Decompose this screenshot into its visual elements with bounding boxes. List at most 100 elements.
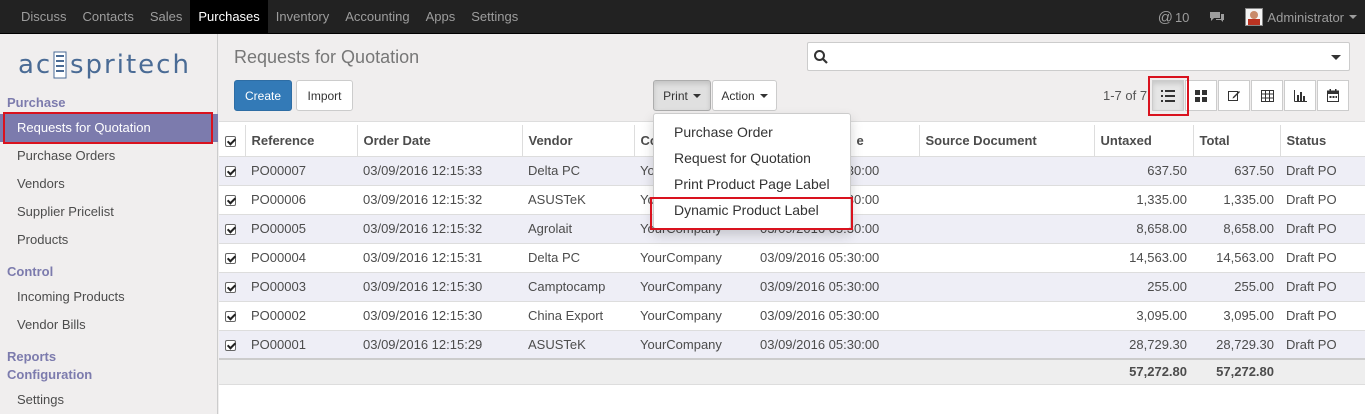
table-cell-total: 255.00 <box>1193 272 1280 302</box>
notifications-count: 10 <box>1174 9 1190 25</box>
column-header-status[interactable]: Status <box>1280 125 1365 157</box>
table-cell-order-date: 03/09/2016 12:15:30 <box>357 272 522 302</box>
chat-button[interactable] <box>1199 0 1235 34</box>
sidebar-item-incoming-products[interactable]: Incoming Products <box>0 283 218 311</box>
sidebar-item-products[interactable]: Products <box>0 226 218 254</box>
table-cell-scheduled-date: 03/09/2016 05:30:00 <box>754 272 919 302</box>
table-row[interactable]: PO00004 03/09/2016 12:15:31 Delta PC YourCo… <box>219 243 1365 273</box>
sidebar-item-purchase-orders[interactable]: Purchase Orders <box>0 142 218 170</box>
kanban-grid-icon <box>1195 89 1207 102</box>
table-cell-vendor: Delta PC <box>522 156 634 186</box>
table-cell-reference: PO00007 <box>245 156 357 186</box>
chevron-down-icon <box>1349 15 1357 19</box>
table-cell-status: Draft PO <box>1280 272 1365 302</box>
section-reports[interactable]: Reports <box>7 349 56 364</box>
sidebar-item-settings[interactable]: Settings <box>0 386 218 414</box>
table-cell-untaxed: 28,729.30 <box>1094 330 1193 360</box>
menu-apps[interactable]: Apps <box>418 0 464 33</box>
table-cell-order-date: 03/09/2016 12:15:30 <box>357 301 522 331</box>
graph-view-button[interactable] <box>1284 80 1316 111</box>
table-cell-company: YourCompany <box>634 272 754 302</box>
search-icon <box>814 50 828 64</box>
search-input[interactable] <box>807 42 1350 71</box>
row-checkbox[interactable] <box>219 272 245 302</box>
table-cell-company: YourCompany <box>634 243 754 273</box>
table-cell-company: YourCompany <box>634 330 754 360</box>
column-header-source-document[interactable]: Source Document <box>919 125 1095 157</box>
column-header-order-date[interactable]: Order Date <box>357 125 523 157</box>
kanban-view-button[interactable] <box>1185 80 1217 111</box>
menu-purchases[interactable]: Purchases <box>190 0 268 33</box>
create-button[interactable]: Create <box>234 80 292 111</box>
pager-value[interactable]: 1-7 of 7 <box>1103 88 1147 103</box>
top-navbar: Discuss Contacts Sales Purchases Invento… <box>0 0 1365 34</box>
menu-sales[interactable]: Sales <box>142 0 191 33</box>
notifications-button[interactable]: @ 10 <box>1148 0 1200 34</box>
menu-discuss[interactable]: Discuss <box>13 0 75 33</box>
select-all-checkbox[interactable] <box>219 125 246 157</box>
list-view-button[interactable] <box>1152 80 1184 111</box>
systray: @ 10 Administrator <box>1148 0 1365 34</box>
row-checkbox[interactable] <box>219 214 245 244</box>
table-cell-total: 3,095.00 <box>1193 301 1280 331</box>
sidebar-item-vendor-bills[interactable]: Vendor Bills <box>0 311 218 339</box>
table-cell-status: Draft PO <box>1280 214 1365 244</box>
table-cell-order-date: 03/09/2016 12:15:33 <box>357 156 522 186</box>
table-cell-reference: PO00004 <box>245 243 357 273</box>
column-header-reference[interactable]: Reference <box>245 125 358 157</box>
user-name: Administrator <box>1267 9 1344 25</box>
column-header-untaxed[interactable]: Untaxed <box>1094 125 1194 157</box>
row-checkbox[interactable] <box>219 243 245 273</box>
menu-inventory[interactable]: Inventory <box>268 0 337 33</box>
table-cell-scheduled-date: 03/09/2016 05:30:00 <box>754 243 919 273</box>
table-row[interactable]: PO00003 03/09/2016 12:15:30 Camptocamp Your… <box>219 272 1365 302</box>
table-cell-reference: PO00003 <box>245 272 357 302</box>
table-cell-company: YourCompany <box>634 301 754 331</box>
import-button[interactable]: Import <box>296 80 353 111</box>
print-button[interactable]: Print <box>653 80 711 111</box>
action-button[interactable]: Action <box>712 80 777 111</box>
menu-accounting[interactable]: Accounting <box>337 0 417 33</box>
table-cell-untaxed: 255.00 <box>1094 272 1193 302</box>
menu-settings[interactable]: Settings <box>463 0 526 33</box>
section-configuration: Configuration <box>7 367 93 382</box>
sidebar-item-vendors[interactable]: Vendors <box>0 170 218 198</box>
table-cell-untaxed: 637.50 <box>1094 156 1193 186</box>
sidebar: ac spritech Purchase Requests for Quotat… <box>0 34 218 414</box>
table-cell-reference: PO00006 <box>245 185 357 215</box>
sidebar-item-requests-for-quotation[interactable]: Requests for Quotation <box>0 114 218 142</box>
user-menu[interactable]: Administrator <box>1235 0 1365 34</box>
list-icon <box>1161 89 1175 102</box>
print-menu-item-dynamic-product-label[interactable]: Dynamic Product Label <box>654 197 850 223</box>
print-menu-item-product-page-label[interactable]: Print Product Page Label <box>654 171 850 197</box>
column-header-total[interactable]: Total <box>1193 125 1281 157</box>
row-checkbox[interactable] <box>219 330 245 360</box>
calendar-view-button[interactable] <box>1317 80 1349 111</box>
table-cell-untaxed: 1,335.00 <box>1094 185 1193 215</box>
at-sign-icon: @ <box>1157 8 1173 26</box>
print-menu-item-request-for-quotation[interactable]: Request for Quotation <box>654 145 850 171</box>
print-dropdown-menu: Purchase Order Request for Quotation Pri… <box>653 113 851 229</box>
row-checkbox[interactable] <box>219 156 245 186</box>
table-row[interactable]: PO00001 03/09/2016 12:15:29 ASUSTeK YourCom… <box>219 330 1365 360</box>
form-view-button[interactable] <box>1218 80 1250 111</box>
pivot-view-button[interactable] <box>1251 80 1283 111</box>
sidebar-item-supplier-pricelist[interactable]: Supplier Pricelist <box>0 198 218 226</box>
print-menu-item-purchase-order[interactable]: Purchase Order <box>654 119 850 145</box>
table-cell-vendor: China Export <box>522 301 634 331</box>
table-cell-total: 1,335.00 <box>1193 185 1280 215</box>
logo-graphic: ac spritech <box>18 50 189 80</box>
table-cell-vendor: Agrolait <box>522 214 634 244</box>
table-row[interactable]: PO00002 03/09/2016 12:15:30 China Export Yo… <box>219 301 1365 331</box>
table-cell-status: Draft PO <box>1280 243 1365 273</box>
column-header-vendor[interactable]: Vendor <box>522 125 635 157</box>
row-checkbox[interactable] <box>219 301 245 331</box>
search-options-chevron-icon[interactable] <box>1331 55 1341 60</box>
app-menu: Discuss Contacts Sales Purchases Invento… <box>13 0 526 34</box>
row-checkbox[interactable] <box>219 185 245 215</box>
menu-contacts[interactable]: Contacts <box>75 0 142 33</box>
main-content: Requests for Quotation Create Import Pri… <box>219 34 1365 414</box>
table-cell-source-document <box>919 243 1094 273</box>
table-cell-status: Draft PO <box>1280 330 1365 360</box>
total-amount: 57,272.80 <box>1193 358 1280 385</box>
